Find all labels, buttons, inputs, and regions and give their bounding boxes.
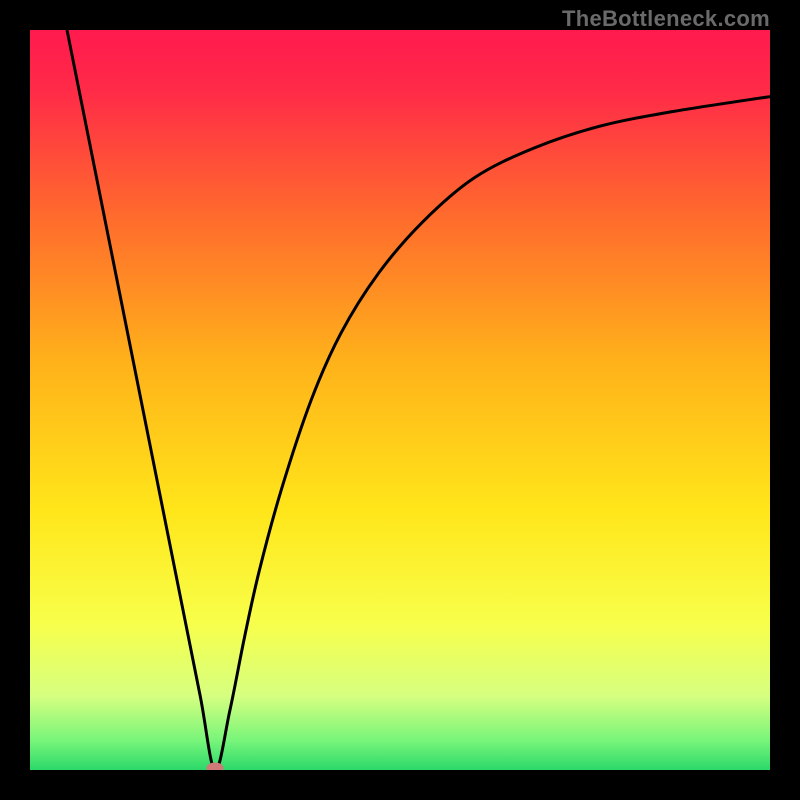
attribution-text: TheBottleneck.com <box>562 6 770 32</box>
minimum-marker <box>207 763 223 770</box>
chart-frame: TheBottleneck.com <box>0 0 800 800</box>
plot-area <box>30 30 770 770</box>
chart-svg <box>30 30 770 770</box>
